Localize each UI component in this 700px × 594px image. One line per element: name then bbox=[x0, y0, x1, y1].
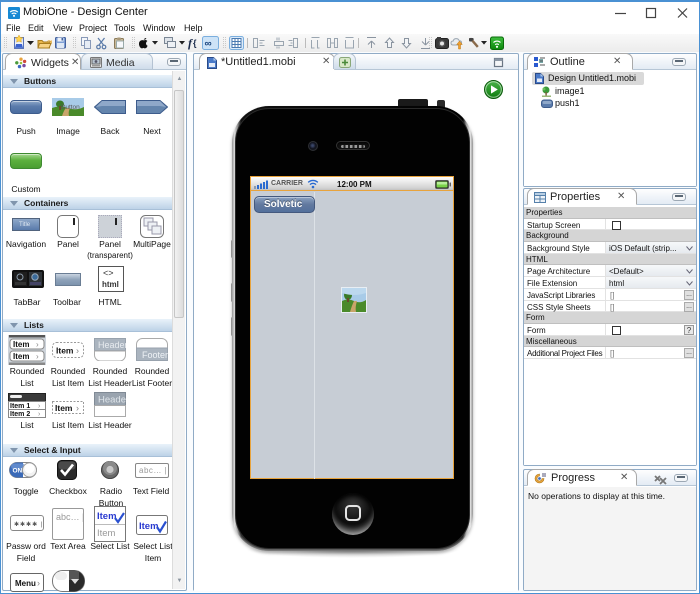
svg-text:Button: Button bbox=[61, 104, 80, 111]
svg-text:›: › bbox=[76, 403, 79, 413]
svg-text:∞: ∞ bbox=[205, 39, 212, 50]
svg-text:Item: Item bbox=[13, 340, 29, 349]
svg-text:Item: Item bbox=[97, 511, 117, 522]
svg-text:Item 1: Item 1 bbox=[10, 403, 30, 410]
svg-text:Header: Header bbox=[98, 340, 126, 350]
svg-text:›: › bbox=[76, 346, 79, 356]
svg-text:html: html bbox=[102, 280, 119, 289]
svg-text:ON: ON bbox=[13, 468, 23, 475]
svg-text:Item 2: Item 2 bbox=[10, 411, 30, 418]
svg-text:Item: Item bbox=[97, 528, 116, 539]
svg-text:<>: <> bbox=[103, 268, 114, 278]
svg-text:Item: Item bbox=[55, 403, 73, 413]
svg-text:Header: Header bbox=[98, 395, 126, 406]
svg-text:{: { bbox=[193, 38, 197, 48]
svg-text:Item: Item bbox=[56, 346, 74, 356]
svg-text:›: › bbox=[36, 340, 39, 349]
svg-text:›: › bbox=[36, 352, 39, 361]
svg-text:Item: Item bbox=[139, 521, 159, 532]
svg-text:Item: Item bbox=[13, 352, 29, 361]
svg-text:Footer: Footer bbox=[142, 350, 168, 360]
